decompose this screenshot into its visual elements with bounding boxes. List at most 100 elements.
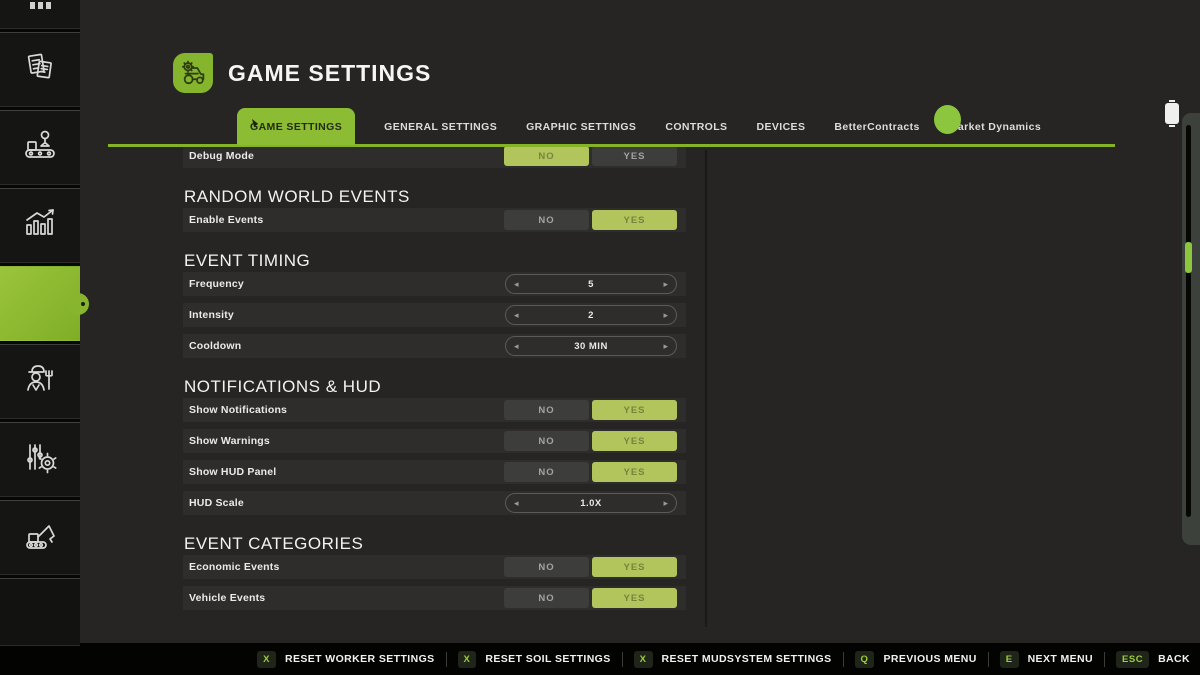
settings-panel: Debug ModeNOYES RANDOM WORLD EVENTSEnable…	[183, 146, 686, 636]
settings-row[interactable]: Show Warnings NOYES	[183, 429, 686, 453]
panel-scrollbar[interactable]	[705, 150, 707, 627]
toggle-control: NOYES	[504, 462, 677, 482]
tab-market-dynamics[interactable]: Market Dynamics	[949, 121, 1041, 133]
value-stepper: ◂30 MIN▸	[505, 336, 677, 356]
toggle-no-button[interactable]: NO	[504, 588, 589, 608]
setting-label: Economic Events	[189, 561, 280, 573]
sidebar-item-empty[interactable]	[0, 578, 80, 646]
divider	[988, 652, 989, 667]
action-previous-menu[interactable]: Q PREVIOUS MENU	[855, 651, 977, 668]
toggle-control: NOYES	[504, 431, 677, 451]
active-marker-dot	[81, 302, 85, 306]
toggle-no-button[interactable]: NO	[504, 462, 589, 482]
stepper-decrease-icon[interactable]: ◂	[514, 305, 519, 325]
key-badge: X	[634, 651, 653, 668]
toggle-control: NOYES	[504, 400, 677, 420]
edge-scrollbar-thumb[interactable]	[1185, 242, 1192, 273]
tuning-gear-icon	[18, 435, 62, 484]
documents-icon	[18, 45, 62, 94]
sidebar-item-documents[interactable]	[0, 32, 80, 107]
tab-bar: GAME SETTINGS GENERAL SETTINGS GRAPHIC SET…	[237, 108, 1041, 145]
stepper-value: 1.0X	[580, 498, 602, 509]
toggle-yes-button[interactable]: YES	[592, 210, 677, 230]
stepper-increase-icon[interactable]: ▸	[663, 336, 668, 356]
stepper-decrease-icon[interactable]: ◂	[514, 493, 519, 513]
sidebar-item-menu-fragment[interactable]	[0, 0, 80, 29]
action-label: PREVIOUS MENU	[883, 653, 976, 665]
setting-label: Show Warnings	[189, 435, 270, 447]
production-icon	[18, 123, 62, 172]
stepper-control: ◂2▸	[505, 305, 677, 325]
menu-fragment-icon	[30, 2, 51, 9]
settings-row[interactable]: Cooldown◂30 MIN▸	[183, 334, 686, 358]
sidebar-item-excavator[interactable]	[0, 500, 80, 575]
page-title: GAME SETTINGS	[228, 60, 431, 87]
settings-row[interactable]: Show NotificationsNOYES	[183, 398, 686, 422]
toggle-no-button[interactable]: NO	[504, 146, 589, 166]
sidebar-item-active[interactable]	[0, 266, 80, 341]
edge-scrollbar-track[interactable]	[1186, 125, 1191, 517]
stepper-control: ◂30 MIN▸	[505, 336, 677, 356]
tab-graphic-settings[interactable]: GRAPHIC SETTINGS	[526, 121, 636, 133]
toggle-no-button[interactable]: NO	[504, 210, 589, 230]
toggle-yes-button[interactable]: YES	[592, 557, 677, 577]
action-reset-soil-settings[interactable]: X RESET SOIL SETTINGS	[458, 651, 611, 668]
toggle-yes-button[interactable]: YES	[592, 431, 677, 451]
setting-label: Frequency	[189, 278, 244, 290]
toggle-yes-button[interactable]: YES	[592, 588, 677, 608]
divider	[843, 652, 844, 667]
tab-game-settings[interactable]: GAME SETTINGS	[237, 108, 355, 145]
settings-row[interactable]: Vehicle Events NOYES	[183, 586, 686, 610]
action-label: NEXT MENU	[1028, 653, 1093, 665]
tab-controls[interactable]: CONTROLS	[665, 121, 727, 133]
toggle-control: NOYES	[504, 588, 677, 608]
toggle-no-button[interactable]: NO	[504, 557, 589, 577]
toggle-no-button[interactable]: NO	[504, 400, 589, 420]
farmer-icon	[18, 357, 62, 406]
tab-bettercontracts[interactable]: BetterContracts	[834, 121, 919, 133]
section-header: RANDOM WORLD EVENTS	[184, 186, 686, 208]
sidebar-item-tuning-gear[interactable]	[0, 422, 80, 497]
toggle-control: NOYES	[504, 210, 677, 230]
setting-label: Vehicle Events	[189, 592, 265, 604]
key-badge: ESC	[1116, 651, 1149, 668]
sidebar-item-statistics[interactable]	[0, 188, 80, 263]
scroll-position-indicator-icon	[1165, 103, 1179, 124]
action-reset-worker-settings[interactable]: X RESET WORKER SETTINGS	[257, 651, 434, 668]
settings-row[interactable]: Enable EventsNOYES	[183, 208, 686, 232]
stepper-decrease-icon[interactable]: ◂	[514, 336, 519, 356]
action-label: RESET SOIL SETTINGS	[485, 653, 610, 665]
divider	[622, 652, 623, 667]
key-badge: X	[458, 651, 477, 668]
stepper-decrease-icon[interactable]: ◂	[514, 274, 519, 294]
toggle-control: NOYES	[504, 146, 677, 166]
toggle-yes-button[interactable]: YES	[592, 400, 677, 420]
sidebar-item-production[interactable]	[0, 110, 80, 185]
settings-row[interactable]: Economic Events NOYES	[183, 555, 686, 579]
tab-general-settings[interactable]: GENERAL SETTINGS	[384, 121, 497, 133]
stepper-increase-icon[interactable]: ▸	[663, 493, 668, 513]
toggle-yes-button[interactable]: YES	[592, 146, 677, 166]
toggle-no-button[interactable]: NO	[504, 431, 589, 451]
stepper-increase-icon[interactable]: ▸	[663, 274, 668, 294]
settings-row[interactable]: HUD Scale◂1.0X▸	[183, 491, 686, 515]
key-badge: E	[1000, 651, 1019, 668]
tractor-gear-icon	[173, 53, 213, 93]
setting-label: Show HUD Panel	[189, 466, 276, 478]
tab-devices[interactable]: DEVICES	[756, 121, 805, 133]
sidebar-item-farmer[interactable]	[0, 344, 80, 419]
action-label: RESET WORKER SETTINGS	[285, 653, 435, 665]
toggle-yes-button[interactable]: YES	[592, 462, 677, 482]
value-stepper: ◂2▸	[505, 305, 677, 325]
settings-row[interactable]: Intensity◂2▸	[183, 303, 686, 327]
key-badge: X	[257, 651, 276, 668]
stepper-value: 5	[588, 279, 594, 290]
action-back[interactable]: ESCBACK	[1116, 651, 1190, 668]
stepper-increase-icon[interactable]: ▸	[663, 305, 668, 325]
action-reset-mudsystem-settings[interactable]: XRESET MUDSYSTEM SETTINGS	[634, 651, 832, 668]
settings-row[interactable]: Show HUD Panel NOYES	[183, 460, 686, 484]
settings-row[interactable]: Debug ModeNOYES	[183, 146, 686, 168]
key-badge: Q	[855, 651, 875, 668]
action-next-menu[interactable]: E NEXT MENU	[1000, 651, 1093, 668]
settings-row[interactable]: Frequency ◂ 5 ▸	[183, 272, 686, 296]
